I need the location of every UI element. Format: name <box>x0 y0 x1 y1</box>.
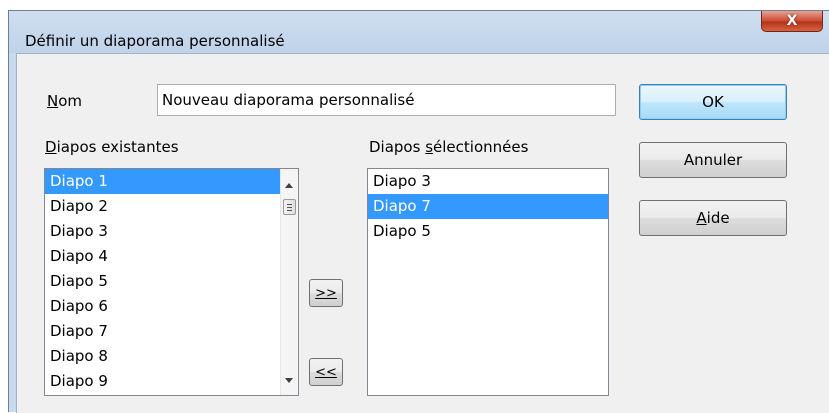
cancel-button[interactable]: Annuler <box>639 142 787 178</box>
selected-slide-list-item[interactable]: Diapo 5 <box>368 219 608 244</box>
remove-slide-button[interactable]: << <box>309 358 343 386</box>
grip-line <box>287 207 292 208</box>
remove-slide-label: << <box>315 364 337 380</box>
name-input[interactable] <box>157 84 616 116</box>
title-bar[interactable]: Définir un diaporama personnalisé X <box>9 11 829 53</box>
add-slide-button[interactable]: >> <box>309 279 343 307</box>
scroll-up-icon[interactable] <box>285 183 293 188</box>
help-button[interactable]: Aide <box>639 200 787 236</box>
existing-slides-items: Diapo 1 Diapo 2 Diapo 3 Diapo 4 Diapo 5 Diapo… <box>45 169 298 394</box>
selected-slide-list-item[interactable]: Diapo 7 <box>368 194 608 219</box>
existing-slide-list-item[interactable]: Diapo 3 <box>45 219 298 244</box>
existing-slide-list-item[interactable]: Diapo 5 <box>45 269 298 294</box>
grip-line <box>287 210 292 211</box>
add-slide-label: >> <box>315 285 337 301</box>
dialog-title: Définir un diaporama personnalisé <box>25 32 285 50</box>
ok-label: OK <box>702 93 724 111</box>
close-button[interactable]: X <box>761 11 823 32</box>
existing-slides-scrollbar[interactable] <box>280 169 298 395</box>
dialog-window: Définir un diaporama personnalisé X Nom … <box>8 10 829 413</box>
existing-slide-list-item[interactable]: Diapo 7 <box>45 319 298 344</box>
existing-slide-list-item[interactable]: Diapo 8 <box>45 344 298 369</box>
grip-line <box>287 204 292 205</box>
selected-slide-list-item[interactable]: Diapo 3 <box>368 169 608 194</box>
existing-slides-label: Diapos existantes <box>45 138 179 156</box>
existing-slide-list-item[interactable]: Diapo 9 <box>45 369 298 394</box>
existing-slide-list-item[interactable]: Diapo 4 <box>45 244 298 269</box>
scroll-down-icon[interactable] <box>285 378 293 383</box>
selected-slides-items: Diapo 3 Diapo 7 Diapo 5 <box>368 169 608 244</box>
name-label: Nom <box>47 92 83 110</box>
close-icon: X <box>786 13 798 29</box>
selected-slides-label: Diapos sélectionnées <box>369 138 529 156</box>
dialog-body: Nom Diapos existantes Diapo 1Diapo 2Diap… <box>16 53 829 413</box>
existing-slide-list-item[interactable]: Diapo 2 <box>45 194 298 219</box>
cancel-label: Annuler <box>683 151 743 169</box>
ok-button[interactable]: OK <box>639 84 787 120</box>
help-label: Aide <box>696 209 730 227</box>
existing-slide-list-item[interactable]: Diapo 6 <box>45 294 298 319</box>
scroll-thumb[interactable] <box>283 199 296 215</box>
existing-slides-list[interactable]: Diapo 1 Diapo 2 Diapo 3 Diapo 4 Diapo 5 Diapo… <box>44 168 299 396</box>
selected-slides-list[interactable]: Diapo 3 Diapo 7 Diapo 5 <box>367 168 609 396</box>
existing-slide-list-item[interactable]: Diapo 1 <box>45 169 298 194</box>
